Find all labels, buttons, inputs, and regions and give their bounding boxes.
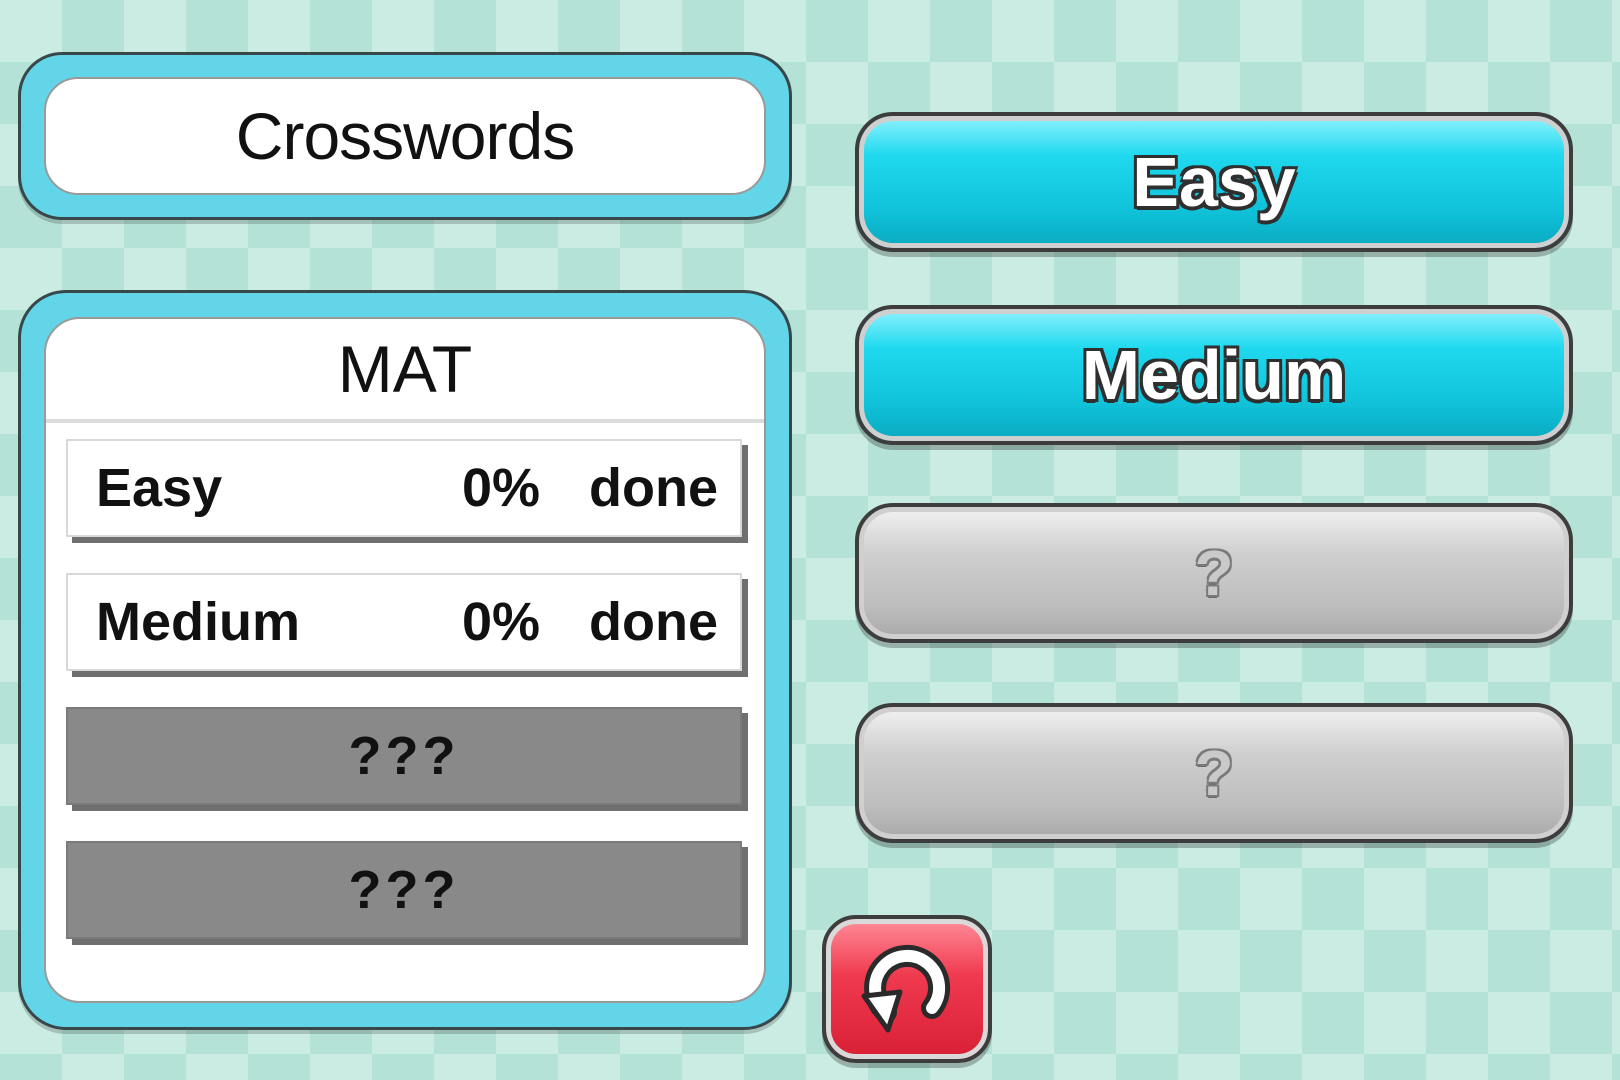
progress-row-medium: Medium 0% done — [66, 573, 742, 671]
back-arrow-icon — [861, 944, 951, 1033]
button-label: ? — [1194, 537, 1234, 609]
locked-label: ??? — [348, 726, 460, 786]
progress-status: done — [589, 592, 718, 652]
progress-row-easy: Easy 0% done — [66, 439, 742, 537]
progress-box: MAT Easy 0% done Medium 0% done ??? ??? — [44, 317, 766, 1003]
progress-row-locked: ??? — [66, 707, 742, 805]
button-label: Medium — [1081, 336, 1347, 414]
back-button[interactable] — [822, 915, 992, 1063]
progress-label: Easy — [96, 458, 223, 518]
category-header: MAT — [46, 319, 764, 423]
progress-label: Medium — [96, 592, 301, 652]
progress-row-locked: ??? — [66, 841, 742, 939]
locked-label: ??? — [348, 860, 460, 920]
button-label: Easy — [1132, 143, 1296, 221]
page-title: Crosswords — [235, 99, 575, 173]
title-box: Crosswords — [44, 77, 766, 195]
progress-status: done — [589, 458, 718, 518]
progress-percent: 0% — [461, 458, 540, 518]
title-panel: Crosswords — [18, 52, 792, 220]
easy-button[interactable]: Easy — [855, 112, 1573, 252]
progress-panel: MAT Easy 0% done Medium 0% done ??? ??? — [18, 290, 792, 1030]
button-label: ? — [1194, 737, 1234, 809]
progress-percent: 0% — [461, 592, 540, 652]
medium-button[interactable]: Medium — [855, 305, 1573, 445]
category-title: MAT — [337, 332, 473, 406]
locked-difficulty-button[interactable]: ? — [855, 503, 1573, 643]
locked-difficulty-button[interactable]: ? — [855, 703, 1573, 843]
